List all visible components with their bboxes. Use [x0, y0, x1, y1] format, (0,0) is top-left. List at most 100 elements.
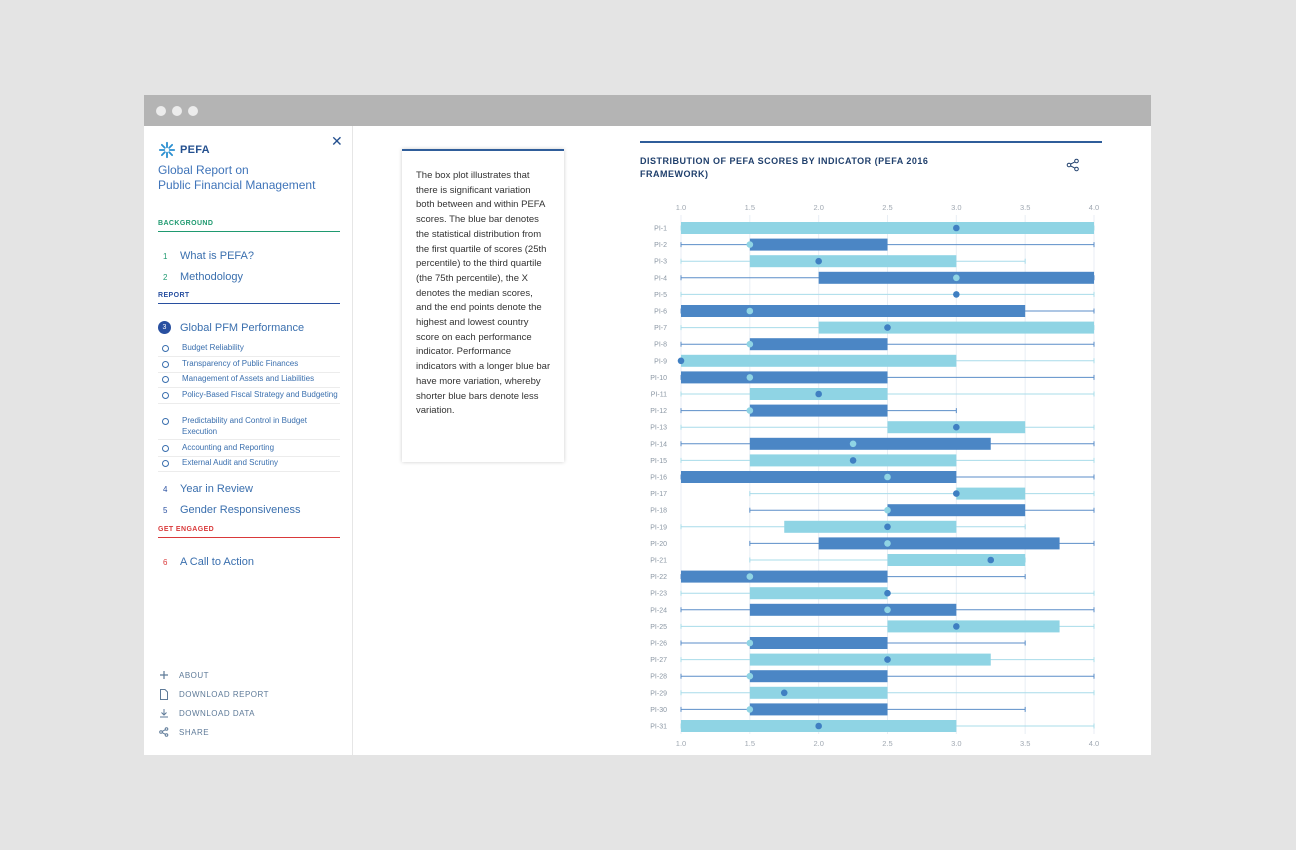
download-report-link[interactable]: DOWNLOAD REPORT — [158, 688, 269, 700]
nav-number-active: 3 — [158, 321, 171, 334]
about-link[interactable]: ABOUT — [158, 669, 209, 681]
nav-number: 1 — [163, 251, 168, 261]
iqr-box — [749, 437, 991, 450]
window-dot-icon[interactable] — [172, 106, 182, 116]
iqr-box — [681, 371, 888, 384]
median-marker — [815, 257, 822, 265]
x-tick-label-bottom: 1.0 — [676, 739, 686, 748]
indicator-label: PI-1 — [654, 226, 667, 233]
indicator-label: PI-31 — [650, 724, 667, 731]
iqr-box — [887, 620, 1060, 633]
indicator-label: PI-6 — [654, 309, 667, 316]
nav-item-what-is-pefa[interactable]: 1 What is PEFA? — [158, 250, 254, 262]
median-marker — [953, 490, 960, 497]
indicator-label: PI-2 — [654, 242, 667, 249]
iqr-box — [887, 504, 1026, 517]
iqr-box — [681, 305, 1026, 317]
nav-number: 5 — [163, 505, 168, 515]
median-marker — [953, 423, 960, 431]
median-marker — [987, 556, 995, 564]
median-marker — [953, 623, 960, 630]
indicator-label: PI-3 — [654, 259, 667, 266]
x-tick-label-top: 2.5 — [882, 203, 892, 212]
section-background: BACKGROUND — [158, 220, 340, 232]
nav-number: 6 — [163, 557, 168, 567]
report-title-line: Global Report on — [158, 163, 249, 177]
nav-label: Year in Review — [180, 483, 253, 495]
nav-item-year-in-review[interactable]: 4 Year in Review — [158, 483, 253, 495]
pefa-logo-icon — [158, 141, 176, 159]
iqr-box — [749, 238, 888, 251]
iqr-box — [749, 404, 888, 417]
report-title-line: Public Financial Management — [158, 177, 316, 192]
median-marker — [746, 706, 754, 713]
indicator-label: PI-14 — [650, 441, 667, 448]
x-tick-label-bottom: 3.0 — [951, 739, 961, 748]
iqr-box — [749, 686, 888, 699]
window-dot-icon[interactable] — [156, 106, 166, 116]
footer-label: ABOUT — [179, 670, 210, 680]
indicator-label: PI-8 — [654, 342, 667, 349]
indicator-label: PI-25 — [650, 624, 667, 631]
section-get-engaged: GET ENGAGED — [158, 526, 340, 538]
median-marker — [884, 606, 891, 614]
subnav-fiscal-strategy[interactable]: Policy-Based Fiscal Strategy and Budgeti… — [158, 390, 340, 404]
nav-item-call-to-action[interactable]: 6 A Call to Action — [158, 556, 254, 568]
subnav-accounting-reporting[interactable]: Accounting and Reporting — [158, 443, 340, 457]
x-tick-label-top: 1.0 — [676, 203, 686, 212]
nav-item-methodology[interactable]: 2 Methodology — [158, 271, 243, 283]
nav-item-global-pfm-performance[interactable]: 3 Global PFM Performance — [158, 321, 304, 334]
report-title[interactable]: Global Report on Public Financial Manage… — [158, 163, 343, 192]
x-tick-label-bottom: 2.0 — [813, 739, 823, 748]
median-marker — [815, 390, 822, 398]
median-marker — [953, 291, 960, 298]
iqr-box — [681, 570, 888, 583]
pefa-logo[interactable]: PEFA — [158, 141, 210, 159]
subnav-budget-execution[interactable]: Predictability and Control in Budget Exe… — [158, 416, 340, 440]
x-tick-label-bottom: 3.5 — [1020, 739, 1030, 748]
iqr-box — [749, 603, 957, 616]
x-tick-label-top: 3.5 — [1020, 203, 1030, 212]
footer-label: DOWNLOAD DATA — [179, 708, 255, 718]
median-marker — [953, 274, 960, 282]
nav-label: Global PFM Performance — [180, 321, 305, 334]
x-tick-label-top: 3.0 — [951, 203, 961, 212]
indicator-label: PI-7 — [654, 325, 667, 332]
iqr-box — [784, 520, 957, 533]
download-data-link[interactable]: DOWNLOAD DATA — [158, 707, 255, 719]
subnav-budget-reliability[interactable]: Budget Reliability — [158, 343, 340, 357]
median-marker — [884, 656, 891, 663]
explanation-card: The box plot illustrates that there is s… — [402, 149, 564, 462]
chart-share-icon[interactable] — [1066, 158, 1080, 172]
indicator-label: PI-30 — [650, 707, 667, 714]
subnav-transparency[interactable]: Transparency of Public Finances — [158, 359, 340, 373]
indicator-label: PI-12 — [650, 408, 667, 415]
logo-text: PEFA — [180, 144, 210, 156]
indicator-label: PI-10 — [650, 375, 667, 382]
indicator-label: PI-11 — [651, 392, 667, 399]
nav-label: A Call to Action — [180, 556, 254, 568]
x-tick-label-bottom: 4.0 — [1089, 739, 1099, 748]
indicator-label: PI-4 — [654, 275, 667, 282]
subnav-assets-liabilities[interactable]: Management of Assets and Liabilities — [158, 374, 340, 388]
indicator-label: PI-18 — [650, 508, 667, 515]
iqr-box — [887, 554, 1026, 566]
indicator-label: PI-16 — [650, 475, 667, 482]
nav-label: Methodology — [180, 271, 243, 283]
iqr-box — [749, 587, 888, 600]
iqr-box — [681, 471, 957, 483]
close-icon[interactable]: ✕ — [331, 133, 343, 150]
subnav-external-audit[interactable]: External Audit and Scrutiny — [158, 458, 340, 472]
window-dot-icon[interactable] — [188, 106, 198, 116]
nav-number: 4 — [163, 484, 168, 494]
median-marker — [884, 523, 891, 531]
indicator-label: PI-26 — [650, 641, 667, 648]
indicator-label: PI-9 — [654, 358, 667, 365]
share-link[interactable]: SHARE — [158, 726, 209, 738]
median-marker — [849, 457, 857, 464]
median-marker — [884, 473, 891, 481]
box-plot-chart: 1.0 1.0 1.5 1.5 2.0 2.0 2.5 2.5 3.0 3.0 3.5 3.5 4.0 4… — [650, 203, 1099, 748]
median-marker — [815, 722, 822, 730]
indicator-label: PI-19 — [650, 524, 667, 531]
nav-item-gender-responsiveness[interactable]: 5 Gender Responsiveness — [158, 504, 300, 516]
